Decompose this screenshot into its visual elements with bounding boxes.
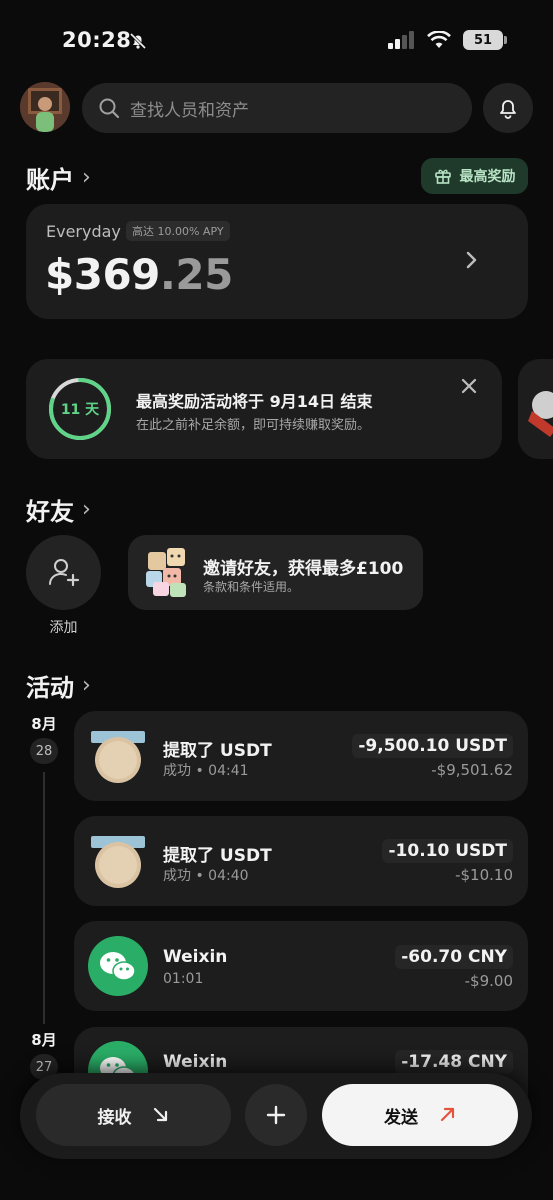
wechat-icon: [88, 936, 148, 996]
blocks-illustration-icon: [146, 548, 186, 597]
add-friend-button[interactable]: [26, 535, 101, 610]
date-day: 28: [30, 738, 58, 764]
apy-badge: 高达 10.00% APY: [126, 221, 230, 241]
transaction-amount: -60.70 CNY: [395, 945, 513, 969]
date-month: 8月: [31, 715, 57, 733]
transaction-title: Weixin: [163, 947, 228, 967]
wifi-icon: [427, 31, 451, 48]
chevron-right-icon: [463, 246, 481, 278]
timeline-line: [43, 772, 45, 1024]
chevron-right-icon: ›: [82, 497, 91, 522]
next-promo-card[interactable]: [518, 359, 553, 459]
activity-title: 活动: [26, 674, 74, 702]
plus-icon: [266, 1105, 286, 1125]
transaction-title: Weixin: [163, 1052, 228, 1072]
add-button[interactable]: [245, 1084, 307, 1146]
transaction-subtitle: 成功 • 04:40: [163, 868, 249, 884]
transaction-fiat: -$9.00: [464, 972, 513, 990]
signal-icon: [388, 31, 414, 49]
mute-bell-icon: [128, 31, 148, 55]
promo-subtitle: 在此之前补足余额，即可持续赚取奖励。: [136, 418, 371, 433]
send-button[interactable]: 发送: [322, 1084, 518, 1146]
accounts-heading[interactable]: 账户 ›: [26, 160, 91, 195]
accounts-title: 账户: [26, 166, 74, 194]
search-icon: [99, 98, 120, 119]
usdt-withdraw-icon: [91, 731, 145, 783]
countdown-label: 11 天: [60, 402, 100, 418]
add-friend-label: 添加: [49, 620, 78, 636]
promo-illustration-icon: [528, 391, 553, 437]
status-icons: 51: [387, 30, 507, 50]
friends-title: 好友: [26, 498, 74, 526]
chevron-right-icon: ›: [82, 673, 91, 698]
add-person-icon: [48, 558, 79, 586]
gift-icon: [434, 169, 451, 184]
transaction-amount: -17.48 CNY: [395, 1050, 513, 1074]
transaction-title: 提取了 USDT: [163, 741, 272, 761]
search-bar[interactable]: 查找人员和资产: [82, 83, 472, 133]
promo-title: 最高奖励活动将于 9月14日 结束: [136, 392, 373, 411]
notifications-button[interactable]: [483, 83, 533, 133]
transaction-fiat: -$10.10: [455, 866, 513, 884]
invite-title: 邀请好友，获得最多£100: [203, 559, 404, 579]
arrow-up-right-icon: [440, 1107, 455, 1122]
transaction-amount: -10.10 USDT: [382, 839, 513, 863]
usdt-withdraw-icon: [91, 836, 145, 888]
transaction-title: 提取了 USDT: [163, 846, 272, 866]
transaction-amount: -9,500.10 USDT: [352, 734, 513, 758]
account-balance: $369.25: [45, 250, 233, 299]
receive-button[interactable]: 接收: [36, 1084, 231, 1146]
battery-indicator: 51: [463, 30, 507, 50]
invite-subtitle: 条款和条件适用。: [203, 580, 300, 594]
bell-icon: [500, 100, 516, 119]
date-month: 8月: [31, 1031, 57, 1049]
max-reward-button[interactable]: 最高奖励: [421, 158, 528, 194]
receive-label: 接收: [97, 1107, 132, 1128]
balance-decimal: .25: [159, 250, 233, 299]
search-placeholder: 查找人员和资产: [130, 100, 249, 121]
arrow-down-right-icon: [153, 1107, 167, 1122]
account-name: Everyday: [46, 222, 121, 241]
transaction-subtitle: 成功 • 04:41: [163, 763, 249, 779]
friends-heading[interactable]: 好友 ›: [26, 492, 91, 527]
transaction-subtitle: 01:01: [163, 971, 204, 987]
chevron-right-icon: ›: [82, 165, 91, 190]
send-label: 发送: [384, 1107, 418, 1128]
balance-whole: $369: [45, 250, 160, 299]
max-reward-label: 最高奖励: [459, 169, 516, 185]
activity-heading[interactable]: 活动 ›: [26, 668, 91, 703]
transaction-fiat: -$9,501.62: [431, 761, 513, 779]
avatar[interactable]: [20, 82, 70, 132]
status-time: 20:28: [62, 28, 132, 52]
close-icon[interactable]: [460, 376, 478, 400]
